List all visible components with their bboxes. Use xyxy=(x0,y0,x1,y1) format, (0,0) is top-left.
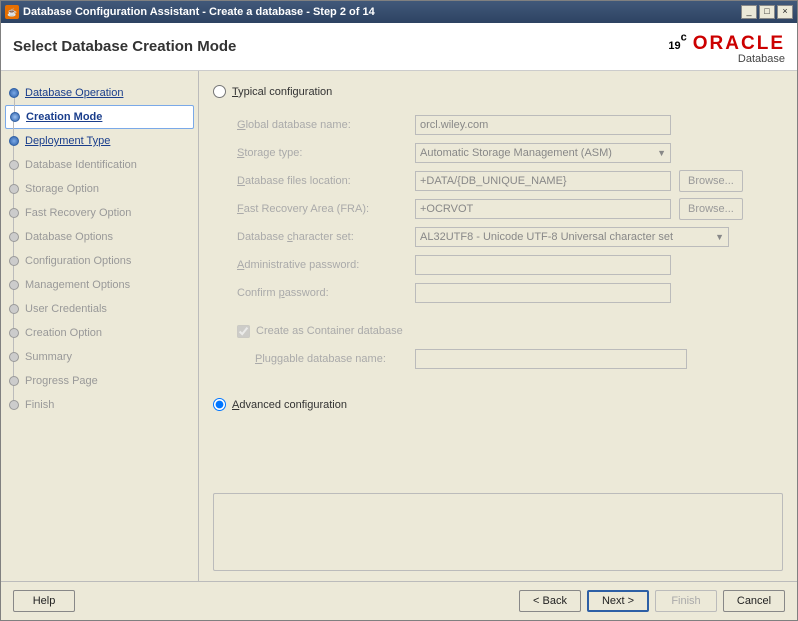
help-button[interactable]: Help xyxy=(13,590,75,612)
db-files-location-input xyxy=(415,171,671,191)
sidebar-item-database-options: Database Options xyxy=(5,225,194,249)
footer-bar: Help < Back Next > Finish Cancel xyxy=(1,581,797,619)
fra-input xyxy=(415,199,671,219)
main-panel: Typical configuration Global database na… xyxy=(199,71,797,581)
finish-button: Finish xyxy=(655,590,717,612)
next-button[interactable]: Next > xyxy=(587,590,649,612)
charset-select: AL32UTF8 - Unicode UTF-8 Universal chara… xyxy=(415,227,729,247)
charset-label: Database character set: xyxy=(237,231,415,243)
back-button[interactable]: < Back xyxy=(519,590,581,612)
sidebar-item-creation-option: Creation Option xyxy=(5,321,194,345)
pdb-name-input xyxy=(415,349,687,369)
window-controls: _ □ × xyxy=(741,5,793,19)
container-db-checkbox xyxy=(237,325,250,338)
sidebar-item-database-operation[interactable]: Database Operation xyxy=(5,81,194,105)
admin-password-input xyxy=(415,255,671,275)
step-list: Database Operation Creation Mode Deploym… xyxy=(5,81,194,417)
typical-config-label: Typical configuration xyxy=(232,86,332,98)
sidebar-item-management-options: Management Options xyxy=(5,273,194,297)
sidebar-item-summary: Summary xyxy=(5,345,194,369)
window-title: Database Configuration Assistant - Creat… xyxy=(23,6,741,18)
oracle-wordmark: ORACLE xyxy=(693,33,785,54)
container-db-label: Create as Container database xyxy=(256,325,403,337)
maximize-button[interactable]: □ xyxy=(759,5,775,19)
global-db-name-input xyxy=(415,115,671,135)
confirm-password-label: Confirm password: xyxy=(237,287,415,299)
minimize-button[interactable]: _ xyxy=(741,5,757,19)
typical-config-radio[interactable] xyxy=(213,85,226,98)
sidebar-item-finish: Finish xyxy=(5,393,194,417)
advanced-config-radio[interactable] xyxy=(213,398,226,411)
cancel-button[interactable]: Cancel xyxy=(723,590,785,612)
close-button[interactable]: × xyxy=(777,5,793,19)
typical-config-option[interactable]: Typical configuration xyxy=(213,85,783,98)
admin-password-label: Administrative password: xyxy=(237,259,415,271)
storage-type-label: Storage type: xyxy=(237,147,415,159)
message-area xyxy=(213,493,783,571)
chevron-down-icon: ▼ xyxy=(715,232,724,242)
storage-type-select: Automatic Storage Management (ASM)▼ xyxy=(415,143,671,163)
brand-logo: 19c ORACLE Database xyxy=(668,29,785,65)
sidebar-item-configuration-options: Configuration Options xyxy=(5,249,194,273)
sidebar-item-fast-recovery-option: Fast Recovery Option xyxy=(5,201,194,225)
db-files-location-label: Database files location: xyxy=(237,175,415,187)
sidebar-item-creation-mode[interactable]: Creation Mode xyxy=(5,105,194,129)
sidebar-item-storage-option: Storage Option xyxy=(5,177,194,201)
product-name: Database xyxy=(693,53,785,65)
confirm-password-input xyxy=(415,283,671,303)
sidebar-item-deployment-type[interactable]: Deployment Type xyxy=(5,129,194,153)
sidebar-item-user-credentials: User Credentials xyxy=(5,297,194,321)
titlebar: ☕ Database Configuration Assistant - Cre… xyxy=(1,1,797,23)
java-icon: ☕ xyxy=(5,5,19,19)
fra-browse-button: Browse... xyxy=(679,198,743,220)
pdb-name-label: Pluggable database name: xyxy=(255,353,415,365)
advanced-config-label: Advanced configuration xyxy=(232,399,347,411)
global-db-name-label: Global database name: xyxy=(237,119,415,131)
wizard-sidebar: Database Operation Creation Mode Deploym… xyxy=(1,71,199,581)
sidebar-item-progress-page: Progress Page xyxy=(5,369,194,393)
sidebar-item-database-identification: Database Identification xyxy=(5,153,194,177)
header-bar: Select Database Creation Mode 19c ORACLE… xyxy=(1,23,797,71)
typical-config-form: Global database name: Storage type: Auto… xyxy=(237,108,783,376)
fra-label: Fast Recovery Area (FRA): xyxy=(237,203,415,215)
db-files-browse-button: Browse... xyxy=(679,170,743,192)
page-title: Select Database Creation Mode xyxy=(13,38,668,55)
chevron-down-icon: ▼ xyxy=(657,148,666,158)
advanced-config-option[interactable]: Advanced configuration xyxy=(213,398,783,411)
